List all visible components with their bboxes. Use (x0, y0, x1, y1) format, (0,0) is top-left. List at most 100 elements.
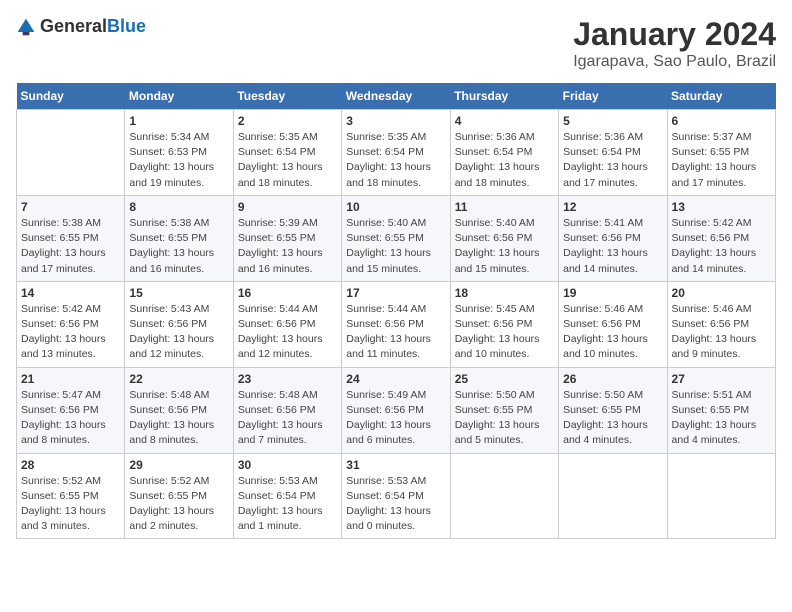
day-number: 19 (563, 286, 662, 300)
day-info: Sunrise: 5:41 AM Sunset: 6:56 PM Dayligh… (563, 216, 662, 277)
header-cell-thursday: Thursday (450, 83, 558, 110)
calendar-header: SundayMondayTuesdayWednesdayThursdayFrid… (17, 83, 776, 110)
day-number: 13 (672, 200, 771, 214)
day-cell: 21 Sunrise: 5:47 AM Sunset: 6:56 PM Dayli… (17, 367, 125, 453)
day-number: 10 (346, 200, 445, 214)
week-row: 14Sunrise: 5:42 AM Sunset: 6:56 PM Dayli… (17, 281, 776, 367)
calendar-body: 1 Sunrise: 5:34 AM Sunset: 6:53 PM Daylig… (17, 110, 776, 539)
week-row: 21 Sunrise: 5:47 AM Sunset: 6:56 PM Dayli… (17, 367, 776, 453)
logo-text-blue: Blue (107, 16, 146, 36)
calendar-title: January 2024 (573, 16, 776, 53)
day-info: Sunrise: 5:38 AM Sunset: 6:55 PM Dayligh… (129, 216, 228, 277)
day-cell: 12 Sunrise: 5:41 AM Sunset: 6:56 PM Dayli… (559, 195, 667, 281)
day-cell: 23 Sunrise: 5:48 AM Sunset: 6:56 PM Dayli… (233, 367, 341, 453)
day-number: 3 (346, 114, 445, 128)
day-cell: 4 Sunrise: 5:36 AM Sunset: 6:54 PM Daylig… (450, 110, 558, 196)
header-cell-sunday: Sunday (17, 83, 125, 110)
day-cell: 28 Sunrise: 5:52 AM Sunset: 6:55 PM Dayli… (17, 453, 125, 539)
day-info: Sunrise: 5:47 AM Sunset: 6:56 PM Dayligh… (21, 388, 120, 449)
day-number: 21 (21, 372, 120, 386)
day-cell: 19 Sunrise: 5:46 AM Sunset: 6:56 PM Dayli… (559, 281, 667, 367)
day-info: Sunrise: 5:36 AM Sunset: 6:54 PM Dayligh… (455, 130, 554, 191)
day-number: 22 (129, 372, 228, 386)
day-cell: 16 Sunrise: 5:44 AM Sunset: 6:56 PM Dayli… (233, 281, 341, 367)
day-info: Sunrise: 5:42 AM Sunset: 6:56 PM Dayligh… (21, 302, 120, 363)
day-info: Sunrise: 5:48 AM Sunset: 6:56 PM Dayligh… (129, 388, 228, 449)
day-info: Sunrise: 5:42 AM Sunset: 6:56 PM Dayligh… (672, 216, 771, 277)
header-cell-wednesday: Wednesday (342, 83, 450, 110)
day-cell: 9Sunrise: 5:39 AM Sunset: 6:55 PM Daylig… (233, 195, 341, 281)
header-cell-saturday: Saturday (667, 83, 775, 110)
day-number: 12 (563, 200, 662, 214)
day-cell: 5Sunrise: 5:36 AM Sunset: 6:54 PM Daylig… (559, 110, 667, 196)
day-number: 29 (129, 458, 228, 472)
day-info: Sunrise: 5:52 AM Sunset: 6:55 PM Dayligh… (21, 474, 120, 535)
day-cell: 3 Sunrise: 5:35 AM Sunset: 6:54 PM Daylig… (342, 110, 450, 196)
day-number: 20 (672, 286, 771, 300)
day-cell: 29 Sunrise: 5:52 AM Sunset: 6:55 PM Dayli… (125, 453, 233, 539)
day-info: Sunrise: 5:48 AM Sunset: 6:56 PM Dayligh… (238, 388, 337, 449)
logo-text-general: General (40, 16, 107, 36)
day-cell: 20Sunrise: 5:46 AM Sunset: 6:56 PM Dayli… (667, 281, 775, 367)
logo: GeneralBlue (16, 16, 146, 37)
day-info: Sunrise: 5:53 AM Sunset: 6:54 PM Dayligh… (238, 474, 337, 535)
day-cell: 15 Sunrise: 5:43 AM Sunset: 6:56 PM Dayli… (125, 281, 233, 367)
day-cell: 11 Sunrise: 5:40 AM Sunset: 6:56 PM Dayli… (450, 195, 558, 281)
day-number: 30 (238, 458, 337, 472)
week-row: 7 Sunrise: 5:38 AM Sunset: 6:55 PM Daylig… (17, 195, 776, 281)
day-info: Sunrise: 5:45 AM Sunset: 6:56 PM Dayligh… (455, 302, 554, 363)
day-number: 23 (238, 372, 337, 386)
day-number: 25 (455, 372, 554, 386)
day-cell (667, 453, 775, 539)
day-number: 28 (21, 458, 120, 472)
day-cell: 26 Sunrise: 5:50 AM Sunset: 6:55 PM Dayli… (559, 367, 667, 453)
day-info: Sunrise: 5:50 AM Sunset: 6:55 PM Dayligh… (455, 388, 554, 449)
day-number: 6 (672, 114, 771, 128)
day-number: 11 (455, 200, 554, 214)
day-info: Sunrise: 5:44 AM Sunset: 6:56 PM Dayligh… (346, 302, 445, 363)
day-number: 4 (455, 114, 554, 128)
header-cell-friday: Friday (559, 83, 667, 110)
day-cell: 31Sunrise: 5:53 AM Sunset: 6:54 PM Dayli… (342, 453, 450, 539)
day-cell: 10 Sunrise: 5:40 AM Sunset: 6:55 PM Dayli… (342, 195, 450, 281)
day-cell (17, 110, 125, 196)
day-info: Sunrise: 5:37 AM Sunset: 6:55 PM Dayligh… (672, 130, 771, 191)
day-number: 9 (238, 200, 337, 214)
page-header: GeneralBlue January 2024 Igarapava, Sao … (16, 16, 776, 71)
day-number: 27 (672, 372, 771, 386)
day-cell: 6 Sunrise: 5:37 AM Sunset: 6:55 PM Daylig… (667, 110, 775, 196)
day-number: 5 (563, 114, 662, 128)
day-info: Sunrise: 5:40 AM Sunset: 6:56 PM Dayligh… (455, 216, 554, 277)
day-cell: 27 Sunrise: 5:51 AM Sunset: 6:55 PM Dayli… (667, 367, 775, 453)
day-info: Sunrise: 5:35 AM Sunset: 6:54 PM Dayligh… (238, 130, 337, 191)
day-number: 24 (346, 372, 445, 386)
day-number: 17 (346, 286, 445, 300)
day-number: 18 (455, 286, 554, 300)
day-cell: 7 Sunrise: 5:38 AM Sunset: 6:55 PM Daylig… (17, 195, 125, 281)
day-info: Sunrise: 5:44 AM Sunset: 6:56 PM Dayligh… (238, 302, 337, 363)
day-info: Sunrise: 5:53 AM Sunset: 6:54 PM Dayligh… (346, 474, 445, 535)
header-row: SundayMondayTuesdayWednesdayThursdayFrid… (17, 83, 776, 110)
day-info: Sunrise: 5:35 AM Sunset: 6:54 PM Dayligh… (346, 130, 445, 191)
day-number: 1 (129, 114, 228, 128)
week-row: 28 Sunrise: 5:52 AM Sunset: 6:55 PM Dayli… (17, 453, 776, 539)
title-block: January 2024 Igarapava, Sao Paulo, Brazi… (573, 16, 776, 71)
day-info: Sunrise: 5:38 AM Sunset: 6:55 PM Dayligh… (21, 216, 120, 277)
day-number: 2 (238, 114, 337, 128)
day-number: 16 (238, 286, 337, 300)
day-number: 26 (563, 372, 662, 386)
day-number: 7 (21, 200, 120, 214)
day-cell: 22 Sunrise: 5:48 AM Sunset: 6:56 PM Dayli… (125, 367, 233, 453)
day-info: Sunrise: 5:50 AM Sunset: 6:55 PM Dayligh… (563, 388, 662, 449)
day-info: Sunrise: 5:40 AM Sunset: 6:55 PM Dayligh… (346, 216, 445, 277)
day-info: Sunrise: 5:46 AM Sunset: 6:56 PM Dayligh… (563, 302, 662, 363)
day-info: Sunrise: 5:43 AM Sunset: 6:56 PM Dayligh… (129, 302, 228, 363)
day-cell: 2 Sunrise: 5:35 AM Sunset: 6:54 PM Daylig… (233, 110, 341, 196)
day-info: Sunrise: 5:52 AM Sunset: 6:55 PM Dayligh… (129, 474, 228, 535)
day-info: Sunrise: 5:51 AM Sunset: 6:55 PM Dayligh… (672, 388, 771, 449)
day-number: 15 (129, 286, 228, 300)
day-info: Sunrise: 5:49 AM Sunset: 6:56 PM Dayligh… (346, 388, 445, 449)
day-cell: 18 Sunrise: 5:45 AM Sunset: 6:56 PM Dayli… (450, 281, 558, 367)
day-cell: 30 Sunrise: 5:53 AM Sunset: 6:54 PM Dayli… (233, 453, 341, 539)
day-info: Sunrise: 5:34 AM Sunset: 6:53 PM Dayligh… (129, 130, 228, 191)
